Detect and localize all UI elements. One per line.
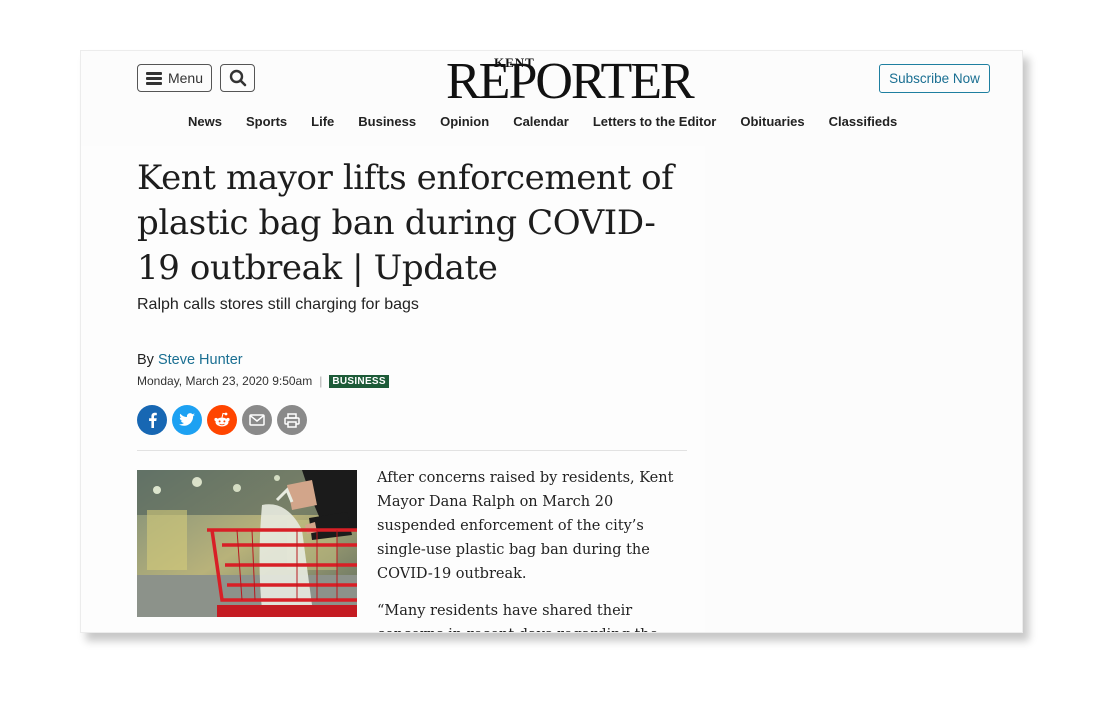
site-logo[interactable]: KENT REPORTER	[446, 53, 695, 108]
search-icon	[229, 69, 246, 87]
facebook-icon	[149, 412, 157, 428]
nav-item-business[interactable]: Business	[358, 114, 416, 129]
email-icon	[249, 414, 265, 426]
twitter-icon	[179, 413, 195, 426]
nav-item-calendar[interactable]: Calendar	[513, 114, 569, 129]
nav-item-sports[interactable]: Sports	[246, 114, 287, 129]
article-headline: Kent mayor lifts enforcement of plastic …	[137, 158, 674, 288]
share-buttons	[137, 405, 307, 435]
article-subhead: Ralph calls stores still charging for ba…	[137, 296, 419, 313]
shopping-cart-bag-image	[137, 470, 357, 617]
author-link[interactable]: Steve Hunter	[158, 352, 243, 368]
nav-item-classifieds[interactable]: Classifieds	[829, 114, 898, 129]
subscribe-button[interactable]: Subscribe Now	[879, 64, 990, 93]
byline-prefix: By	[137, 352, 154, 368]
menu-button[interactable]: Menu	[137, 64, 212, 92]
menu-label: Menu	[167, 70, 204, 86]
site-header: Menu KENT REPORTER Subscribe Now News Sp…	[81, 51, 1022, 146]
dateline: Monday, March 23, 2020 9:50am | BUSINESS	[137, 374, 389, 388]
article-content: Kent mayor lifts enforcement of plastic …	[81, 146, 705, 632]
facebook-share-button[interactable]	[137, 405, 167, 435]
divider	[137, 450, 687, 451]
browser-page: Menu KENT REPORTER Subscribe Now News Sp…	[80, 50, 1023, 633]
hamburger-icon	[145, 72, 162, 85]
nav-item-letters[interactable]: Letters to the Editor	[593, 114, 717, 129]
nav-item-news[interactable]: News	[188, 114, 222, 129]
article-body: After concerns raised by residents, Kent…	[377, 466, 689, 632]
byline: By Steve Hunter	[137, 352, 243, 368]
publish-date: Monday, March 23, 2020 9:50am	[137, 374, 313, 388]
nav-item-opinion[interactable]: Opinion	[440, 114, 489, 129]
twitter-share-button[interactable]	[172, 405, 202, 435]
article-photo[interactable]	[137, 470, 357, 617]
print-icon	[284, 412, 300, 428]
category-badge[interactable]: BUSINESS	[329, 374, 389, 388]
email-share-button[interactable]	[242, 405, 272, 435]
article-paragraph: After concerns raised by residents, Kent…	[377, 470, 674, 582]
search-button[interactable]	[220, 64, 255, 92]
article-paragraph: “Many residents have shared their concer…	[377, 603, 658, 632]
nav-item-life[interactable]: Life	[311, 114, 334, 129]
date-separator: |	[319, 374, 323, 388]
logo-reporter: REPORTER	[446, 53, 695, 110]
main-nav: News Sports Life Business Opinion Calend…	[188, 114, 921, 129]
print-share-button[interactable]	[277, 405, 307, 435]
nav-item-obituaries[interactable]: Obituaries	[740, 114, 804, 129]
reddit-icon	[214, 412, 230, 427]
reddit-share-button[interactable]	[207, 405, 237, 435]
